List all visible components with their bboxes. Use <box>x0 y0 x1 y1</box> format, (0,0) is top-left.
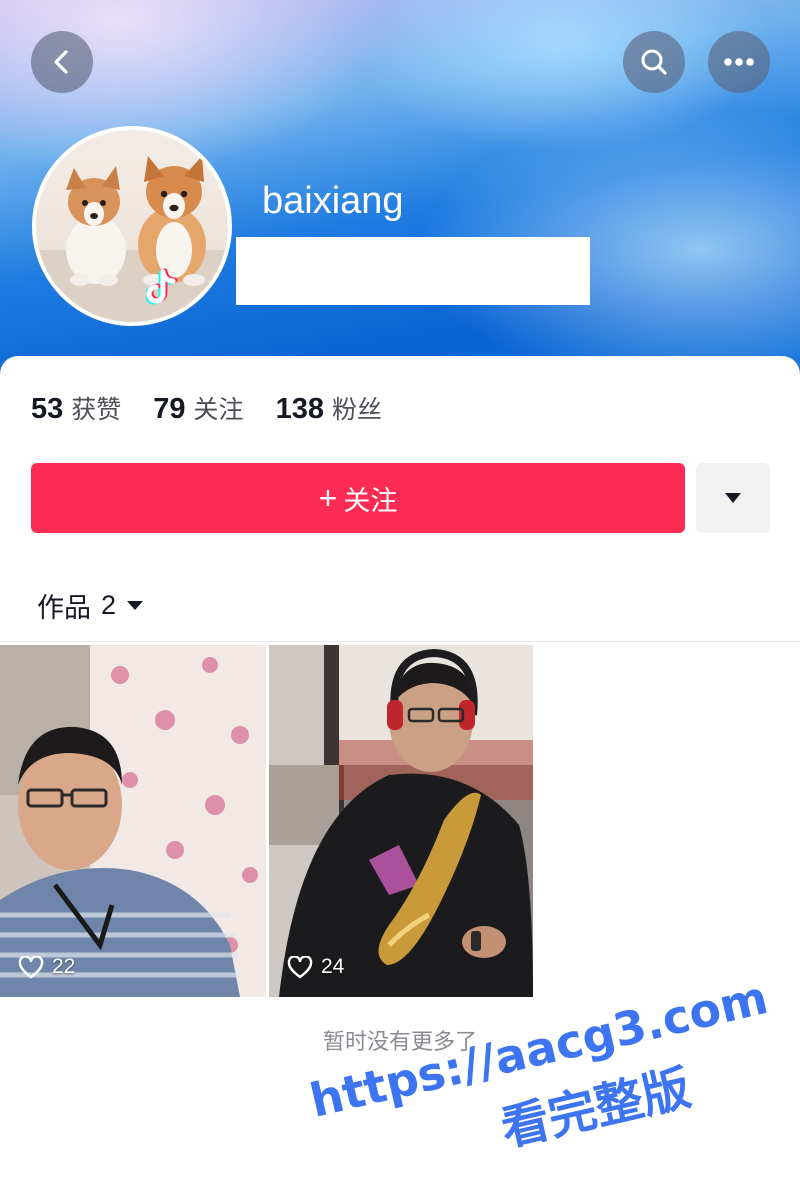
more-icon <box>724 58 754 66</box>
redacted-info-box <box>236 237 590 305</box>
tiktok-logo-icon <box>146 268 178 305</box>
plus-icon: + <box>318 480 338 516</box>
heart-icon <box>287 955 313 978</box>
profile-page: baixiang 53 获赞 79 关注 138 粉丝 + 关注 作品 2 22… <box>0 0 800 1182</box>
stat-likes-label: 获赞 <box>71 395 122 424</box>
triangle-down-icon <box>725 493 741 503</box>
stat-followers-label: 粉丝 <box>331 395 382 424</box>
video-thumbnail[interactable]: 22 <box>0 645 266 997</box>
video-likes-count: 22 <box>52 955 76 978</box>
avatar[interactable] <box>32 126 232 326</box>
triangle-down-icon <box>127 601 144 610</box>
video-likes: 24 <box>287 955 344 979</box>
more-options-button[interactable] <box>708 31 770 93</box>
video-likes: 22 <box>18 955 75 979</box>
heart-icon <box>18 955 44 978</box>
follow-button-label: 关注 <box>343 485 398 516</box>
video-likes-count: 24 <box>321 955 345 978</box>
profile-header-banner: baixiang <box>0 0 800 380</box>
stat-followers[interactable]: 138 粉丝 <box>276 390 382 426</box>
video-thumbnail-image <box>269 645 533 997</box>
video-thumbnail-image <box>0 645 266 997</box>
stat-followers-value: 138 <box>275 393 324 425</box>
avatar-corgi-image <box>36 156 228 322</box>
stat-following-value: 79 <box>153 393 186 425</box>
search-icon <box>641 49 667 75</box>
recommend-dropdown-button[interactable] <box>696 463 770 533</box>
divider <box>0 641 800 642</box>
follow-button[interactable]: + 关注 <box>31 463 685 533</box>
stat-following-label: 关注 <box>193 395 244 424</box>
stat-following[interactable]: 79 关注 <box>153 390 243 426</box>
username: baixiang <box>262 180 404 222</box>
search-button[interactable] <box>623 31 685 93</box>
video-thumbnail[interactable]: 24 <box>269 645 533 997</box>
tab-works[interactable]: 作品 2 <box>37 586 144 625</box>
works-tab-count: 2 <box>101 590 117 620</box>
works-tab-label: 作品 <box>37 593 91 624</box>
profile-stats: 53 获赞 79 关注 138 粉丝 <box>31 390 414 426</box>
stat-likes[interactable]: 53 获赞 <box>31 390 121 426</box>
back-button[interactable] <box>31 31 93 93</box>
stat-likes-value: 53 <box>31 393 64 425</box>
chevron-left-icon <box>54 50 68 74</box>
